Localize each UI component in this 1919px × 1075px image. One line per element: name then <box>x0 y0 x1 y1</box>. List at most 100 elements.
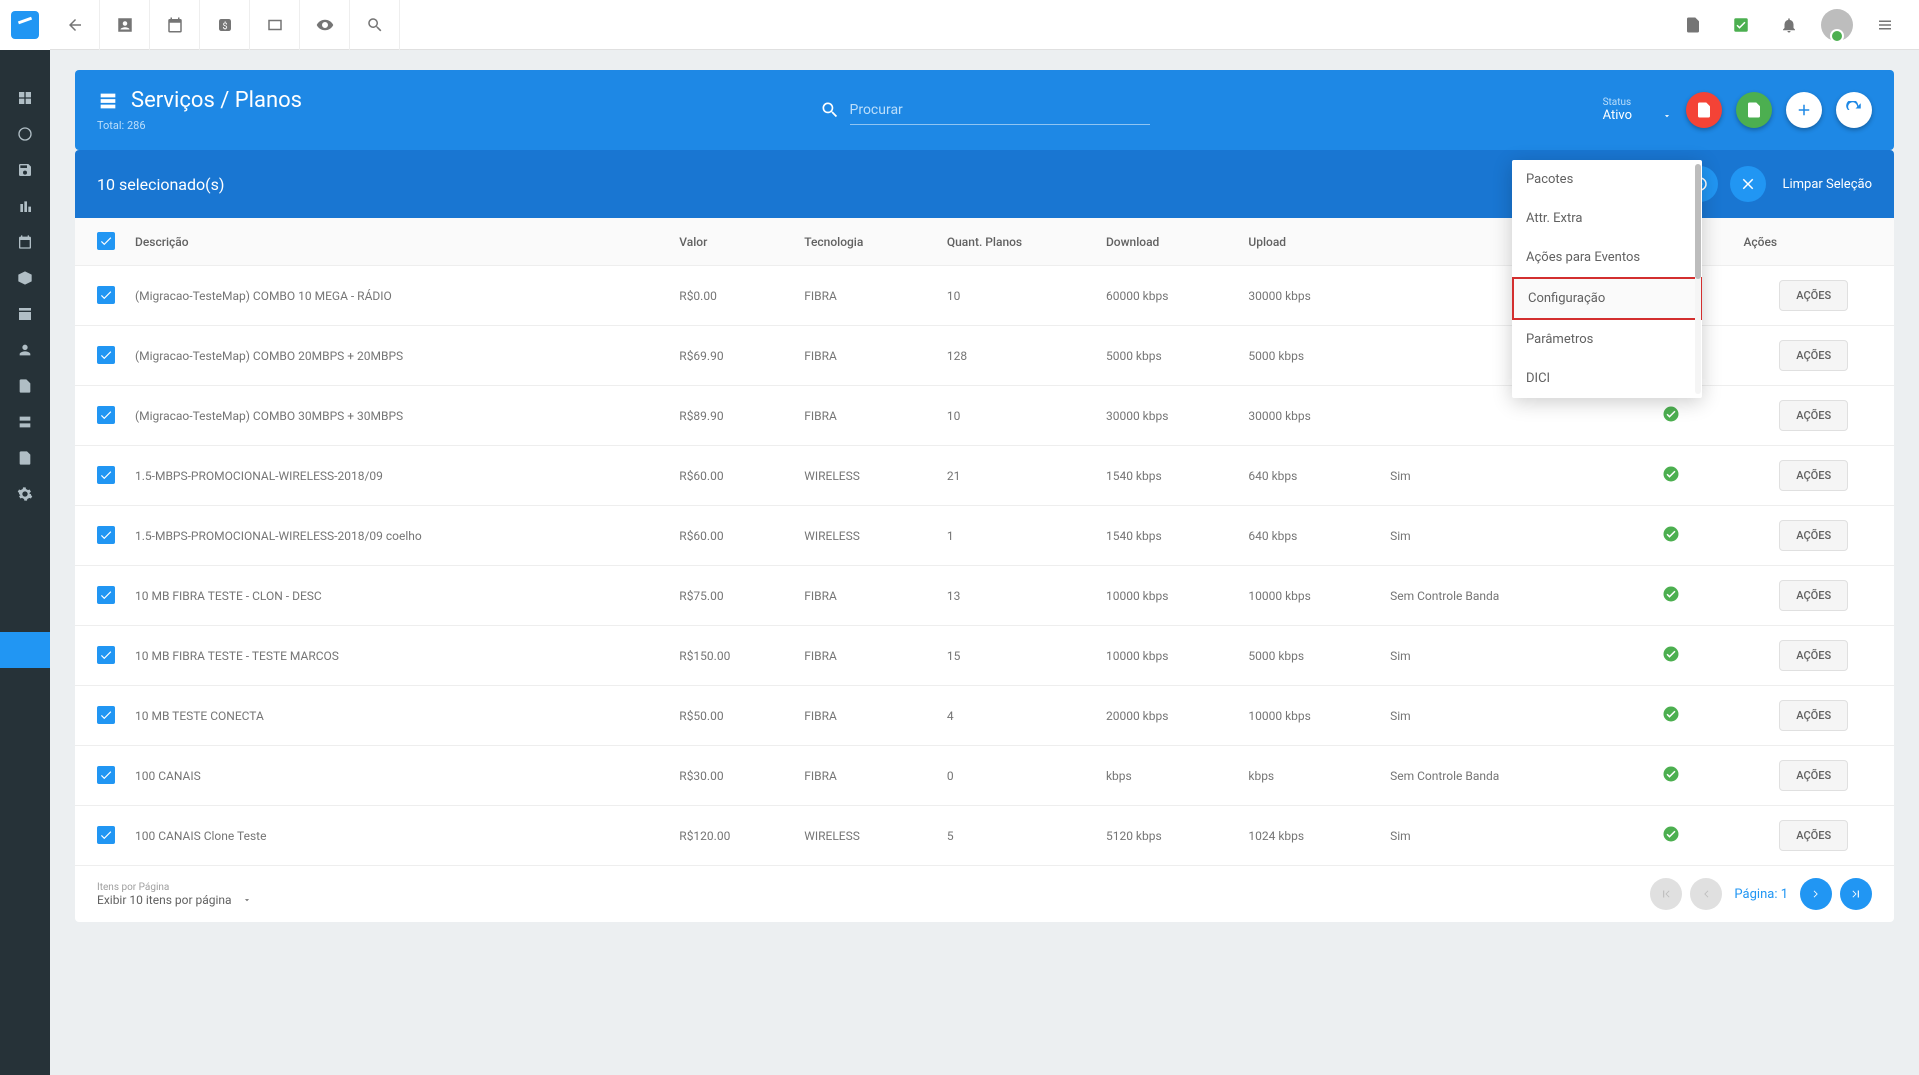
cell-qty: 13 <box>937 566 1096 626</box>
row-actions-button[interactable]: AÇÕES <box>1779 400 1848 431</box>
eye-icon[interactable] <box>300 0 350 50</box>
cell-tech: FIBRA <box>794 626 937 686</box>
dropdown-item-a-es-para-eventos[interactable]: Ações para Eventos <box>1512 238 1702 277</box>
status-ok-icon <box>1662 652 1680 666</box>
row-checkbox[interactable] <box>97 406 115 424</box>
cell-qty: 5 <box>937 806 1096 866</box>
page-header: Serviços / Planos Total: 286 Status Ativ… <box>75 70 1894 150</box>
bulk-action-dropdown: PacotesAttr. ExtraAções para EventosConf… <box>1512 160 1702 398</box>
side-person[interactable] <box>0 332 50 368</box>
row-actions-button[interactable]: AÇÕES <box>1779 280 1848 311</box>
check-top-icon[interactable] <box>1717 0 1765 50</box>
cell-up: kbps <box>1238 746 1380 806</box>
search-icon[interactable] <box>350 0 400 50</box>
row-checkbox[interactable] <box>97 586 115 604</box>
dropdown-item-configura-o[interactable]: Configuração <box>1512 277 1702 320</box>
side-chart[interactable] <box>0 188 50 224</box>
window-icon[interactable] <box>250 0 300 50</box>
menu-list-icon[interactable] <box>1861 0 1909 50</box>
clear-selection-link[interactable]: Limpar Seleção <box>1782 177 1872 192</box>
export-xls-button[interactable] <box>1736 92 1772 128</box>
side-server[interactable] <box>0 404 50 440</box>
refresh-button[interactable] <box>1836 92 1872 128</box>
back-button[interactable] <box>50 0 100 50</box>
row-actions-button[interactable]: AÇÕES <box>1779 700 1848 731</box>
cell-down: 60000 kbps <box>1096 266 1238 326</box>
status-select[interactable]: Status Ativo <box>1603 97 1672 123</box>
side-world[interactable] <box>0 116 50 152</box>
dropdown-item-par-metros[interactable]: Parâmetros <box>1512 320 1702 359</box>
cell-ctrl: Sem Controle Banda <box>1380 746 1609 806</box>
row-actions-button[interactable]: AÇÕES <box>1779 460 1848 491</box>
row-checkbox[interactable] <box>97 646 115 664</box>
cell-desc: (Migracao-TesteMap) COMBO 10 MEGA - RÁDI… <box>125 266 669 326</box>
row-checkbox[interactable] <box>97 466 115 484</box>
side-dashboard[interactable] <box>0 80 50 116</box>
row-actions-button[interactable]: AÇÕES <box>1779 520 1848 551</box>
cell-up: 10000 kbps <box>1238 686 1380 746</box>
row-checkbox[interactable] <box>97 286 115 304</box>
side-active[interactable] <box>0 632 50 668</box>
items-per-page-select[interactable]: Exibir 10 itens por página <box>97 893 252 907</box>
contact-icon[interactable] <box>100 0 150 50</box>
row-actions-button[interactable]: AÇÕES <box>1779 580 1848 611</box>
side-doc[interactable] <box>0 368 50 404</box>
dropdown-item-pacotes[interactable]: Pacotes <box>1512 160 1702 199</box>
side-calendar[interactable] <box>0 224 50 260</box>
row-checkbox[interactable] <box>97 526 115 544</box>
avatar[interactable] <box>1821 9 1853 41</box>
cell-up: 30000 kbps <box>1238 266 1380 326</box>
cell-qty: 10 <box>937 266 1096 326</box>
header-search-icon <box>820 100 840 120</box>
dropdown-item-attr-extra[interactable]: Attr. Extra <box>1512 199 1702 238</box>
last-page-button[interactable] <box>1840 878 1872 910</box>
cell-valor: R$75.00 <box>669 566 794 626</box>
col-valor[interactable]: Valor <box>669 218 794 266</box>
bell-icon[interactable] <box>1765 0 1813 50</box>
close-selection-button[interactable] <box>1730 166 1766 202</box>
row-actions-button[interactable]: AÇÕES <box>1779 340 1848 371</box>
calendar-icon[interactable] <box>150 0 200 50</box>
dropdown-icon <box>242 895 252 905</box>
row-checkbox[interactable] <box>97 766 115 784</box>
logo[interactable] <box>0 0 50 50</box>
cell-qty: 1 <box>937 506 1096 566</box>
col-qty[interactable]: Quant. Planos <box>937 218 1096 266</box>
search-input[interactable] <box>850 96 1150 125</box>
prev-page-button[interactable] <box>1690 878 1722 910</box>
col-tech[interactable]: Tecnologia <box>794 218 937 266</box>
col-down[interactable]: Download <box>1096 218 1238 266</box>
side-box[interactable] <box>0 260 50 296</box>
side-gear[interactable] <box>0 476 50 512</box>
first-page-button[interactable] <box>1650 878 1682 910</box>
cell-qty: 10 <box>937 386 1096 446</box>
current-page-label: Página: 1 <box>1734 887 1788 902</box>
page-subtitle: Total: 286 <box>97 119 302 132</box>
row-actions-button[interactable]: AÇÕES <box>1779 820 1848 851</box>
pdf-top-icon[interactable] <box>1669 0 1717 50</box>
money-icon[interactable]: $ <box>200 0 250 50</box>
dropdown-scrollbar[interactable] <box>1695 164 1701 394</box>
cell-desc: 10 MB FIBRA TESTE - TESTE MARCOS <box>125 626 669 686</box>
cell-valor: R$0.00 <box>669 266 794 326</box>
cell-valor: R$150.00 <box>669 626 794 686</box>
side-save[interactable] <box>0 152 50 188</box>
cell-tech: WIRELESS <box>794 806 937 866</box>
row-checkbox[interactable] <box>97 706 115 724</box>
side-file[interactable] <box>0 440 50 476</box>
add-button[interactable] <box>1786 92 1822 128</box>
selection-count: 10 selecionado(s) <box>97 175 224 194</box>
row-actions-button[interactable]: AÇÕES <box>1779 640 1848 671</box>
select-all-checkbox[interactable] <box>97 232 115 250</box>
col-acoes: Ações <box>1733 218 1894 266</box>
side-panel[interactable] <box>0 296 50 332</box>
row-actions-button[interactable]: AÇÕES <box>1779 760 1848 791</box>
dropdown-item-dici[interactable]: DICI <box>1512 359 1702 398</box>
col-up[interactable]: Upload <box>1238 218 1380 266</box>
row-checkbox[interactable] <box>97 826 115 844</box>
row-checkbox[interactable] <box>97 346 115 364</box>
cell-qty: 128 <box>937 326 1096 386</box>
next-page-button[interactable] <box>1800 878 1832 910</box>
export-pdf-button[interactable] <box>1686 92 1722 128</box>
col-desc[interactable]: Descrição <box>125 218 669 266</box>
